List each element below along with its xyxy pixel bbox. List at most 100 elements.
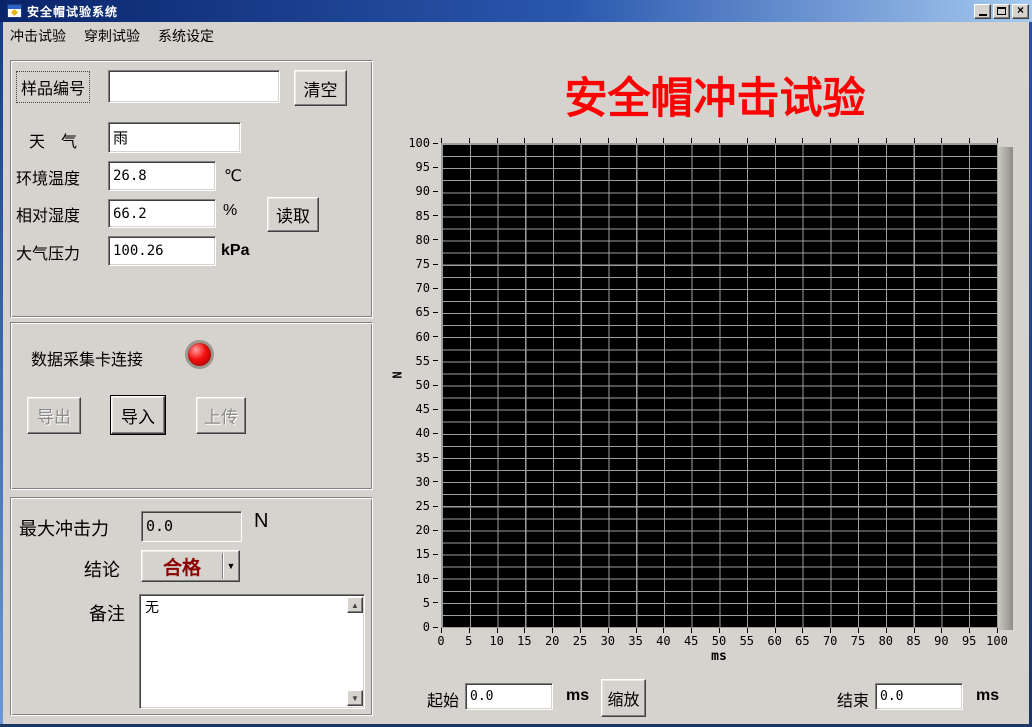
y-axis-tick: 25 xyxy=(416,500,438,512)
y-axis-tick: 35 xyxy=(416,452,438,464)
x-axis-tick: 75 xyxy=(851,634,865,648)
x-axis-tickmark xyxy=(747,628,748,633)
sample-panel: 样品编号 清空 天 气 环境温度 ℃ 相对湿度 % 读取 大气压力 kPa xyxy=(10,60,373,318)
menu-item-1[interactable]: 穿刺试验 xyxy=(82,25,142,47)
daq-panel: 数据采集卡连接 导出 导入 上传 xyxy=(10,322,373,490)
x-axis-tick: 40 xyxy=(656,634,670,648)
title-bar[interactable]: 安全帽试验系统 × xyxy=(0,0,1032,22)
x-axis-label: ms xyxy=(711,649,727,664)
remark-textarea[interactable]: 无 xyxy=(139,594,365,709)
max-force-unit: N xyxy=(254,510,268,533)
humidity-label: 相对湿度 xyxy=(16,202,80,226)
menu-item-0[interactable]: 冲击试验 xyxy=(8,25,68,47)
x-axis-tickmark xyxy=(691,628,692,633)
pressure-input[interactable] xyxy=(108,236,216,266)
x-axis-tickmark xyxy=(775,628,776,633)
weather-input[interactable] xyxy=(108,122,241,153)
x-axis-tickmark-top xyxy=(580,138,581,143)
clear-button[interactable]: 清空 xyxy=(294,70,347,106)
pressure-unit: kPa xyxy=(221,242,249,260)
x-axis-tickmark-top xyxy=(941,138,942,143)
y-axis-tick: 75 xyxy=(416,258,438,270)
conclusion-value: 合格 xyxy=(142,551,222,581)
read-button[interactable]: 读取 xyxy=(267,197,319,232)
temperature-label: 环境温度 xyxy=(16,165,80,189)
x-axis-tickmark-top xyxy=(524,138,525,143)
x-axis-tickmark xyxy=(441,628,442,633)
zoom-button[interactable]: 缩放 xyxy=(601,679,646,717)
app-window: 安全帽试验系统 × 冲击试验穿刺试验系统设定 样品编号 清空 天 气 环境温度 … xyxy=(0,0,1032,727)
temperature-input[interactable] xyxy=(108,161,216,191)
x-axis-tickmark xyxy=(997,628,998,633)
y-axis-tick: 45 xyxy=(416,403,438,415)
x-axis-tickmark-top xyxy=(497,138,498,143)
y-axis-tick: 50 xyxy=(416,379,438,391)
app-icon xyxy=(7,4,22,18)
close-icon: × xyxy=(1017,4,1024,16)
x-axis-tick: 15 xyxy=(517,634,531,648)
menu-bar: 冲击试验穿刺试验系统设定 xyxy=(8,26,216,46)
y-axis-tick: 30 xyxy=(416,476,438,488)
x-axis-tickmark xyxy=(497,628,498,633)
y-axis-tick: 20 xyxy=(416,524,438,536)
scroll-down-icon: ▼ xyxy=(351,694,359,703)
end-input[interactable] xyxy=(875,683,963,710)
x-axis-tickmark xyxy=(969,628,970,633)
x-axis-tickmark xyxy=(580,628,581,633)
maximize-button[interactable] xyxy=(993,4,1010,19)
conclusion-dropdown[interactable]: 合格 ▼ xyxy=(141,550,240,582)
x-axis-tick: 70 xyxy=(823,634,837,648)
y-axis-tick: 10 xyxy=(416,573,438,585)
minimize-icon xyxy=(979,14,987,16)
start-input[interactable] xyxy=(465,683,553,710)
window-border-left xyxy=(0,22,3,727)
x-axis-tick: 95 xyxy=(962,634,976,648)
waveform-plot xyxy=(441,143,998,628)
menu-item-2[interactable]: 系统设定 xyxy=(156,25,216,47)
plot-bevel xyxy=(998,147,1013,630)
x-axis-tickmark xyxy=(552,628,553,633)
daq-led-indicator xyxy=(185,340,214,369)
x-axis-tickmark-top xyxy=(636,138,637,143)
daq-connect-label: 数据采集卡连接 xyxy=(31,346,143,370)
y-axis-tick: 70 xyxy=(416,282,438,294)
close-button[interactable]: × xyxy=(1012,4,1029,19)
x-axis-tickmark-top xyxy=(886,138,887,143)
x-axis-tickmark xyxy=(886,628,887,633)
x-axis-tick: 35 xyxy=(628,634,642,648)
conclusion-label: 结论 xyxy=(84,556,120,582)
y-axis-tick: 80 xyxy=(416,234,438,246)
import-button[interactable]: 导入 xyxy=(111,396,165,434)
x-axis-tick: 0 xyxy=(437,634,444,648)
x-axis-tickmark-top xyxy=(802,138,803,143)
x-axis-tick: 90 xyxy=(934,634,948,648)
temperature-unit: ℃ xyxy=(224,166,242,186)
x-axis-tickmark-top xyxy=(691,138,692,143)
chart-heading: 安全帽冲击试验 xyxy=(430,64,1000,126)
x-axis-tickmark-top xyxy=(914,138,915,143)
sample-no-label: 样品编号 xyxy=(16,71,90,103)
y-axis-tick: 15 xyxy=(416,548,438,560)
export-button[interactable]: 导出 xyxy=(27,397,81,434)
x-axis-tick: 10 xyxy=(489,634,503,648)
remark-label: 备注 xyxy=(89,600,125,626)
result-panel: 最大冲击力 0.0 N 结论 合格 ▼ 备注 无 ▲ ▼ xyxy=(10,497,373,716)
scroll-down-button[interactable]: ▼ xyxy=(347,690,363,706)
x-axis-tickmark-top xyxy=(830,138,831,143)
x-axis-tickmark xyxy=(663,628,664,633)
x-axis-tickmark xyxy=(858,628,859,633)
max-force-label: 最大冲击力 xyxy=(19,515,109,541)
minimize-button[interactable] xyxy=(974,4,991,19)
x-axis-tick: 80 xyxy=(879,634,893,648)
pressure-label: 大气压力 xyxy=(16,240,80,264)
y-axis-tick: 40 xyxy=(416,427,438,439)
humidity-input[interactable] xyxy=(108,199,216,228)
x-axis-tickmark-top xyxy=(469,138,470,143)
x-axis-tickmark-top xyxy=(663,138,664,143)
upload-button[interactable]: 上传 xyxy=(196,397,246,434)
sample-no-input[interactable] xyxy=(108,70,280,103)
start-unit: ms xyxy=(566,687,589,705)
x-axis-tickmark xyxy=(719,628,720,633)
scroll-up-button[interactable]: ▲ xyxy=(347,597,363,613)
y-axis-tick: 100 xyxy=(408,137,438,149)
